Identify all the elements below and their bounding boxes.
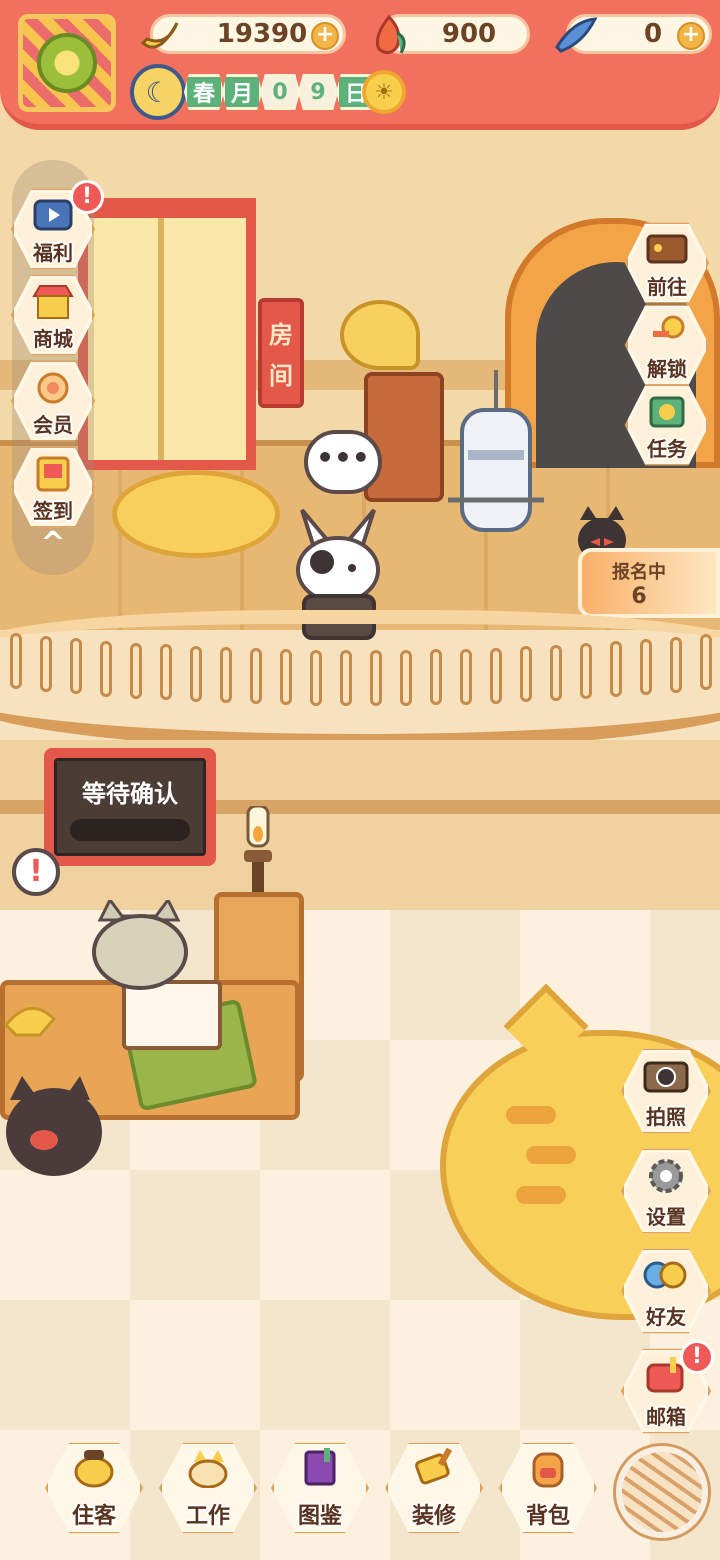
date-season: 春 xyxy=(184,74,225,110)
video-play-icon xyxy=(30,196,76,236)
oil-lamp xyxy=(244,806,272,902)
fish-add-button[interactable]: + xyxy=(677,22,705,50)
moon-clock-icon: ☾ xyxy=(130,64,186,120)
key-icon xyxy=(644,312,690,352)
date-display[interactable]: ☾ 春 月 0 9 日 xyxy=(130,64,377,120)
banana-icon xyxy=(135,11,183,59)
banana-add-button[interactable]: + xyxy=(311,22,339,50)
flower-crown-icon xyxy=(30,368,76,408)
status-board-progress xyxy=(70,818,190,841)
event-count: 6 xyxy=(631,583,647,609)
date-day-ones: 9 xyxy=(298,74,339,110)
friends-icon xyxy=(643,1256,689,1296)
nav-backpack[interactable]: 背包 xyxy=(498,1440,598,1536)
mailbox-alert-badge: ! xyxy=(680,1340,714,1374)
settings-button[interactable]: 设置 xyxy=(620,1146,712,1236)
worker-cat-icon xyxy=(186,1448,230,1497)
friends-label: 好友 xyxy=(646,1305,686,1329)
unlock-label: 解锁 xyxy=(647,357,687,381)
nav-collection-label: 图鉴 xyxy=(297,1504,342,1529)
photo-label: 拍照 xyxy=(646,1105,686,1129)
speech-bubble: ••• xyxy=(304,430,382,494)
signboard-icon xyxy=(644,230,690,270)
genie-lamp xyxy=(3,1006,57,1037)
knight-guest-character[interactable] xyxy=(448,370,548,550)
welfare-alert-badge: ! xyxy=(70,180,104,214)
nav-guests-label: 住客 xyxy=(71,1504,116,1529)
nav-guests[interactable]: 住客 xyxy=(44,1440,144,1536)
fish-currency[interactable]: 0 + xyxy=(555,14,712,54)
mailbox-button[interactable]: 邮箱 ! xyxy=(620,1340,714,1436)
paint-brush-icon xyxy=(412,1447,456,1497)
nav-decorate-label: 装修 xyxy=(411,1504,456,1529)
date-month-label: 月 xyxy=(222,74,263,110)
fire-amount: 900 xyxy=(441,19,497,49)
banana-amount: 19390 xyxy=(216,19,308,49)
room-door[interactable] xyxy=(78,198,256,470)
status-board-screen: 等待确认 xyxy=(54,758,206,856)
goto-button[interactable]: 前往 xyxy=(624,220,710,306)
nav-work[interactable]: 工作 xyxy=(158,1440,258,1536)
nav-work-label: 工作 xyxy=(185,1504,230,1529)
cat-cushion[interactable] xyxy=(112,470,280,558)
nav-decorate[interactable]: 装修 xyxy=(384,1440,484,1536)
room-sign[interactable]: 房 间 xyxy=(258,298,304,408)
gramophone-cabinet[interactable] xyxy=(364,372,444,502)
gramophone-horn xyxy=(340,300,420,370)
nav-collection[interactable]: 图鉴 xyxy=(270,1440,370,1536)
tasks-label: 任务 xyxy=(647,437,687,461)
welfare-button[interactable]: 福利 ! xyxy=(10,180,104,272)
black-cat-sleeping[interactable] xyxy=(2,1070,112,1180)
date-day-tens: 0 xyxy=(260,74,301,110)
room-sign-char-1: 房 xyxy=(269,321,293,349)
camera-icon xyxy=(643,1056,689,1096)
unlock-button[interactable]: 解锁 xyxy=(624,302,710,388)
giant-cat-stripe xyxy=(526,1146,576,1164)
fire-pepper-icon xyxy=(365,11,413,59)
yarn-ball-button[interactable] xyxy=(616,1446,708,1538)
clover-avatar-icon xyxy=(37,33,97,93)
fish-amount: 0 xyxy=(643,19,663,49)
balcony-edge xyxy=(0,600,720,750)
shop-label: 商城 xyxy=(33,327,73,351)
checkin-label: 签到 xyxy=(33,499,73,523)
game-scene: 房 间 ••• 报名中 6 等待确认 ! xyxy=(0,0,720,1560)
player-avatar[interactable] xyxy=(18,14,116,112)
guest-book[interactable] xyxy=(122,980,222,1050)
goto-label: 前往 xyxy=(647,275,687,299)
collapse-menu-chevron-up-icon[interactable]: ^ xyxy=(28,526,78,566)
giant-cat-stripe xyxy=(516,1186,566,1204)
fire-currency[interactable]: 900 xyxy=(375,14,530,54)
shop-button[interactable]: 商城 xyxy=(10,272,96,358)
guest-cat-icon xyxy=(72,1448,116,1497)
banana-currency[interactable]: 19390 + xyxy=(140,14,346,54)
backpack-icon xyxy=(526,1448,570,1497)
calendar-icon xyxy=(30,454,76,494)
photo-button[interactable]: 拍照 xyxy=(620,1046,712,1136)
task-checklist-icon xyxy=(644,392,690,432)
member-button[interactable]: 会员 xyxy=(10,358,96,444)
member-label: 会员 xyxy=(33,413,73,437)
status-board[interactable]: 等待确认 xyxy=(44,748,216,866)
status-board-text: 等待确认 xyxy=(82,779,178,808)
sunny-weather-icon[interactable]: ☀ xyxy=(362,70,406,114)
shop-stall-icon xyxy=(30,282,76,322)
friends-button[interactable]: 好友 xyxy=(620,1246,712,1336)
room-sign-char-2: 间 xyxy=(269,362,293,390)
mailbox-label: 邮箱 xyxy=(646,1405,686,1429)
settings-label: 设置 xyxy=(646,1205,686,1229)
gear-icon xyxy=(643,1156,689,1196)
book-collection-icon xyxy=(298,1448,342,1497)
desk-alert-bubble[interactable]: ! xyxy=(12,848,60,896)
gray-receptionist-cat[interactable] xyxy=(86,900,196,990)
signup-event-banner[interactable]: 报名中 6 xyxy=(578,548,720,618)
giant-cat-stripe xyxy=(506,1106,556,1124)
welfare-label: 福利 xyxy=(33,241,73,265)
nav-backpack-label: 背包 xyxy=(525,1504,570,1529)
blue-fish-icon xyxy=(551,11,599,59)
checkin-button[interactable]: 签到 xyxy=(10,444,96,530)
tasks-button[interactable]: 任务 xyxy=(624,382,710,468)
event-status: 报名中 xyxy=(612,561,666,583)
